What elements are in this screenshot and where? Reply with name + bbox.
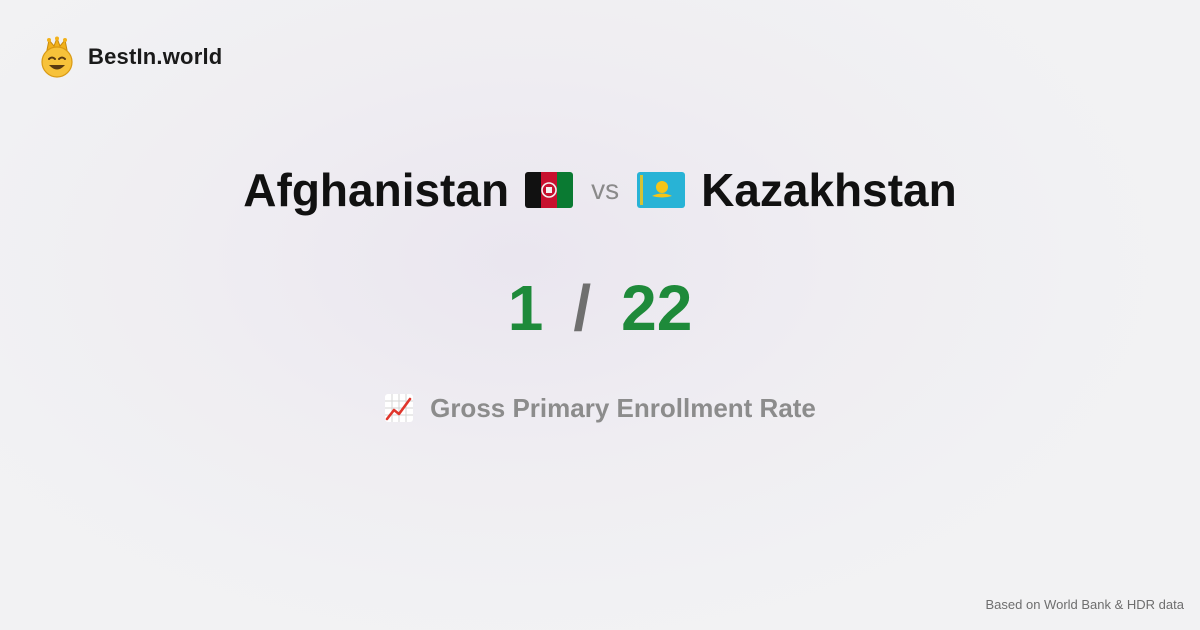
brand-name: BestIn.world	[88, 44, 223, 69]
comparison-title: Afghanistan vs Kazakhstan	[0, 160, 1200, 220]
right-country-name: Kazakhstan	[701, 164, 957, 216]
crowned-smiley-face-icon	[41, 36, 73, 78]
rank-separator: /	[573, 272, 592, 344]
left-rank-value: 1	[507, 272, 544, 344]
metric-label: Gross Primary Enrollment Rate	[430, 392, 816, 423]
afghanistan-flag-icon	[525, 172, 574, 208]
brand-header[interactable]: BestIn.world	[38, 36, 222, 78]
rank-comparison: 1 / 22	[0, 268, 1200, 348]
data-source-note: Based on World Bank & HDR data	[985, 597, 1184, 612]
metric-label-row: Gross Primary Enrollment Rate	[0, 388, 1200, 428]
chart-increasing-icon	[385, 394, 414, 422]
kazakhstan-flag-icon	[637, 172, 686, 208]
left-country-name: Afghanistan	[243, 164, 510, 216]
right-rank-value: 22	[621, 272, 693, 344]
vs-label: vs	[591, 174, 620, 205]
